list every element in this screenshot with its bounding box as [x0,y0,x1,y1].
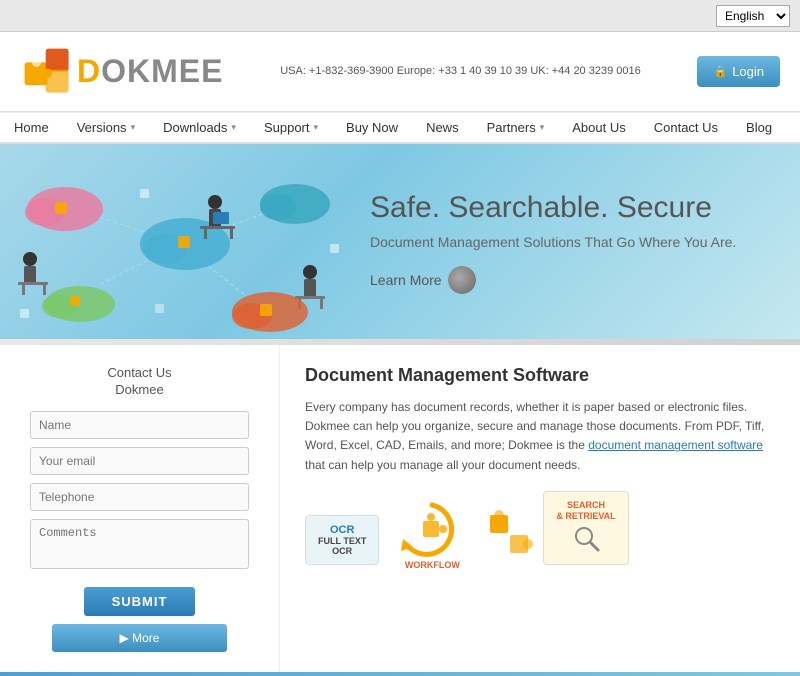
workflow-feature: WORKFLOW [387,495,477,565]
email-input[interactable] [30,447,249,475]
nav-buynow[interactable]: Buy Now [332,113,412,142]
form-subtitle: Dokmee [30,382,249,397]
hero-text: Safe. Searchable. Secure Document Manage… [360,170,800,314]
workflow-svg [387,495,477,565]
login-button[interactable]: Login [697,56,780,87]
logo-text: DOKMEE [77,53,223,90]
header: DOKMEE USA: +1-832-369-3900 Europe: +33 … [0,32,800,112]
nav-news[interactable]: News [412,113,473,142]
search-feature: SEARCH& RETRIEVAL [543,491,628,566]
learn-more-icon [448,266,476,294]
hero-subheading: Document Management Solutions That Go Wh… [370,234,770,250]
phone-input[interactable] [30,483,249,511]
hero-headline: Safe. Searchable. Secure [370,190,770,226]
nav-versions[interactable]: Versions [63,113,149,142]
hero-banner: Safe. Searchable. Secure Document Manage… [0,144,800,339]
contact-info: USA: +1-832-369-3900 Europe: +33 1 40 39… [280,63,641,81]
name-input[interactable] [30,411,249,439]
top-bar: English French Spanish German [0,0,800,32]
body-text-after: that can help you manage all your docume… [305,458,581,472]
comments-input[interactable] [30,519,249,569]
search-label: SEARCH& RETRIEVAL [556,500,615,522]
nav-blog[interactable]: Blog [732,113,786,142]
nav-contact[interactable]: Contact Us [640,113,732,142]
feature-icons: OCR FULL TEXTOCR WORKFLOW [305,491,775,566]
logo[interactable]: DOKMEE [20,44,223,99]
form-title: Contact Us [30,365,249,380]
connector-feature [485,505,535,565]
page-title: Document Management Software [305,365,775,386]
ocr-label: OCR [318,524,366,536]
logo-icon [20,44,75,99]
contact-form-panel: Contact Us Dokmee SUBMIT ▶ More [0,345,280,672]
search-icon [571,523,601,553]
doc-mgmt-link[interactable]: document management software [588,438,763,452]
logo-rest: OKMEE [101,53,223,89]
content-text: Every company has document records, whet… [305,398,775,475]
learn-more-link[interactable]: Learn More [370,266,476,294]
learn-more-label: Learn More [370,272,442,288]
nav-home[interactable]: Home [0,113,63,142]
main-content: Contact Us Dokmee SUBMIT ▶ More Document… [0,345,800,672]
footer-accent [0,672,800,676]
hero-illustration [0,144,360,339]
language-selector[interactable]: English French Spanish German [716,5,790,27]
nav-partners[interactable]: Partners [473,113,559,142]
nav-downloads[interactable]: Downloads [149,113,250,142]
navbar: Home Versions Downloads Support Buy Now … [0,112,800,144]
nav-support[interactable]: Support [250,113,332,142]
hero-svg [0,144,360,339]
connector-svg [485,505,535,565]
content-panel: Document Management Software Every compa… [280,345,800,672]
more-button[interactable]: ▶ More [52,624,227,652]
submit-button[interactable]: SUBMIT [84,587,196,616]
ocr-feature: OCR FULL TEXTOCR [305,515,379,565]
ocr-sublabel: FULL TEXTOCR [318,536,366,556]
nav-about[interactable]: About Us [558,113,639,142]
logo-d: D [77,53,101,89]
